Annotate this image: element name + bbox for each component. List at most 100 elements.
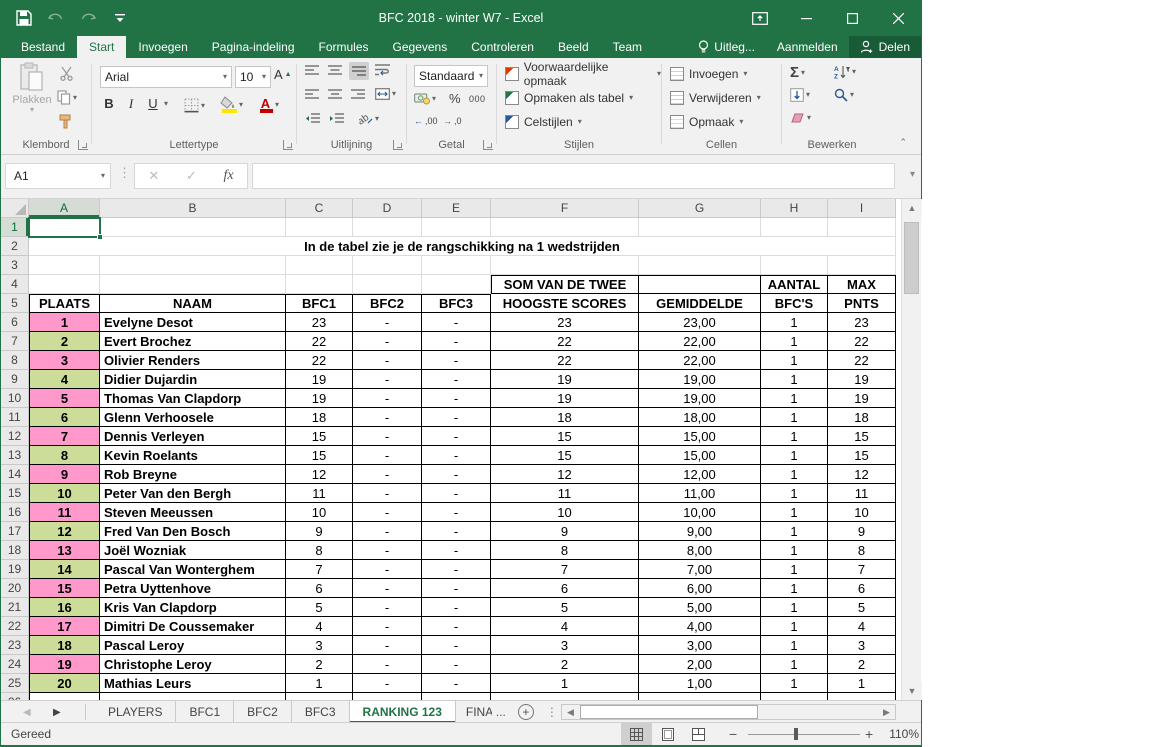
cell-F16[interactable]: 10 <box>491 503 639 522</box>
row-header-18[interactable]: 18 <box>1 541 29 560</box>
column-header-H[interactable]: H <box>761 199 828 218</box>
cell-H18[interactable]: 1 <box>761 541 828 560</box>
cell-I15[interactable]: 11 <box>828 484 896 503</box>
cell-H22[interactable]: 1 <box>761 617 828 636</box>
column-header-D[interactable]: D <box>353 199 422 218</box>
column-header-I[interactable]: I <box>828 199 896 218</box>
cell-D19[interactable]: - <box>353 560 422 579</box>
cell-F21[interactable]: 5 <box>491 598 639 617</box>
cell-A17-plaats[interactable]: 12 <box>29 522 100 541</box>
cell-H16[interactable]: 1 <box>761 503 828 522</box>
cell-G7[interactable]: 22,00 <box>639 332 761 351</box>
cell-G20[interactable]: 6,00 <box>639 579 761 598</box>
column-header-F[interactable]: F <box>491 199 639 218</box>
cell-B17-naam[interactable]: Fred Van Den Bosch <box>100 522 286 541</box>
cell-I9[interactable]: 19 <box>828 370 896 389</box>
cell-A23-plaats[interactable]: 18 <box>29 636 100 655</box>
cell-C16[interactable]: 10 <box>286 503 353 522</box>
cell-B7-naam[interactable]: Evert Brochez <box>100 332 286 351</box>
cell-C20[interactable]: 6 <box>286 579 353 598</box>
cell-C3[interactable] <box>286 256 353 275</box>
cell-H6[interactable]: 1 <box>761 313 828 332</box>
cell-C23[interactable]: 3 <box>286 636 353 655</box>
cell-D13[interactable]: - <box>353 446 422 465</box>
cell-A24-plaats[interactable]: 19 <box>29 655 100 674</box>
celstijlen-button[interactable]: Celstijlen▾ <box>505 112 582 132</box>
cell-C11[interactable]: 18 <box>286 408 353 427</box>
ribbon-tab-team[interactable]: Team <box>601 36 654 58</box>
new-sheet-button[interactable]: + <box>518 704 534 720</box>
row-header-2[interactable]: 2 <box>1 237 29 256</box>
cell-E7[interactable]: - <box>422 332 491 351</box>
row-header-22[interactable]: 22 <box>1 617 29 636</box>
cell-C14[interactable]: 12 <box>286 465 353 484</box>
save-icon[interactable] <box>15 9 33 27</box>
cell-B19-naam[interactable]: Pascal Van Wonterghem <box>100 560 286 579</box>
cell-A4[interactable] <box>29 275 100 294</box>
cell-A25-plaats[interactable]: 20 <box>29 674 100 693</box>
cell-A21-plaats[interactable]: 16 <box>29 598 100 617</box>
cell-A16-plaats[interactable]: 11 <box>29 503 100 522</box>
row-header-4[interactable]: 4 <box>1 275 29 294</box>
merge-center-button[interactable]: ▾ <box>375 88 396 100</box>
cell-F11[interactable]: 18 <box>491 408 639 427</box>
cell-B25-naam[interactable]: Mathias Leurs <box>100 674 286 693</box>
font-dialog-launcher[interactable] <box>283 140 293 150</box>
cell-B16-naam[interactable]: Steven Meeussen <box>100 503 286 522</box>
zoom-slider-thumb[interactable] <box>794 728 798 740</box>
cell-I22[interactable]: 4 <box>828 617 896 636</box>
percent-style-button[interactable]: % <box>449 91 461 106</box>
cell-C10[interactable]: 19 <box>286 389 353 408</box>
row-header-7[interactable]: 7 <box>1 332 29 351</box>
italic-button[interactable]: I <box>122 96 140 112</box>
align-center-icon[interactable] <box>328 89 342 100</box>
redo-icon[interactable] <box>79 9 97 27</box>
cell-D16[interactable]: - <box>353 503 422 522</box>
cell-A13-plaats[interactable]: 8 <box>29 446 100 465</box>
cell-G21[interactable]: 5,00 <box>639 598 761 617</box>
cell-E9[interactable]: - <box>422 370 491 389</box>
cell-E15[interactable]: - <box>422 484 491 503</box>
cell-D24[interactable]: - <box>353 655 422 674</box>
cell-H7[interactable]: 1 <box>761 332 828 351</box>
opmaak-button[interactable]: Opmaak▾ <box>670 112 743 132</box>
comma-style-button[interactable]: 000 <box>469 94 486 104</box>
cell-G1[interactable] <box>639 218 761 237</box>
row-header-26[interactable]: 26 <box>1 693 29 700</box>
cell-C4[interactable] <box>286 275 353 294</box>
cell-H17[interactable]: 1 <box>761 522 828 541</box>
cell-F12[interactable]: 15 <box>491 427 639 446</box>
underline-button[interactable]: U▾ <box>144 96 168 111</box>
cell-B22-naam[interactable]: Dimitri De Coussemaker <box>100 617 286 636</box>
cell-F18[interactable]: 8 <box>491 541 639 560</box>
row-header-19[interactable]: 19 <box>1 560 29 579</box>
cell-D18[interactable]: - <box>353 541 422 560</box>
cell-A10-plaats[interactable]: 5 <box>29 389 100 408</box>
cell-G25[interactable]: 1,00 <box>639 674 761 693</box>
cell-A7-plaats[interactable]: 2 <box>29 332 100 351</box>
cell-D12[interactable]: - <box>353 427 422 446</box>
cell-E6[interactable]: - <box>422 313 491 332</box>
maximize-button[interactable] <box>829 0 875 36</box>
cell-H10[interactable]: 1 <box>761 389 828 408</box>
row-header-9[interactable]: 9 <box>1 370 29 389</box>
cell-H3[interactable] <box>761 256 828 275</box>
cell-H26[interactable] <box>761 693 828 700</box>
cell-C6[interactable]: 23 <box>286 313 353 332</box>
cell-D25[interactable]: - <box>353 674 422 693</box>
collapse-ribbon-icon[interactable]: ⌃ <box>899 137 907 148</box>
cell-I12[interactable]: 15 <box>828 427 896 446</box>
font-size-combo[interactable]: 10▾ <box>235 66 271 88</box>
cell-H8[interactable]: 1 <box>761 351 828 370</box>
ribbon-tab-start[interactable]: Start <box>77 36 126 58</box>
expand-formula-bar-icon[interactable]: ▾ <box>910 169 915 180</box>
cell-G3[interactable] <box>639 256 761 275</box>
cell-I11[interactable]: 18 <box>828 408 896 427</box>
decrease-indent-icon[interactable] <box>305 113 320 125</box>
font-color-button[interactable]: A ▾ <box>258 96 279 113</box>
tell-me-tab[interactable]: Uitleg... <box>687 36 766 58</box>
cell-E3[interactable] <box>422 256 491 275</box>
cell-I7[interactable]: 22 <box>828 332 896 351</box>
cell-A12-plaats[interactable]: 7 <box>29 427 100 446</box>
zoom-slider-track[interactable] <box>748 734 860 735</box>
